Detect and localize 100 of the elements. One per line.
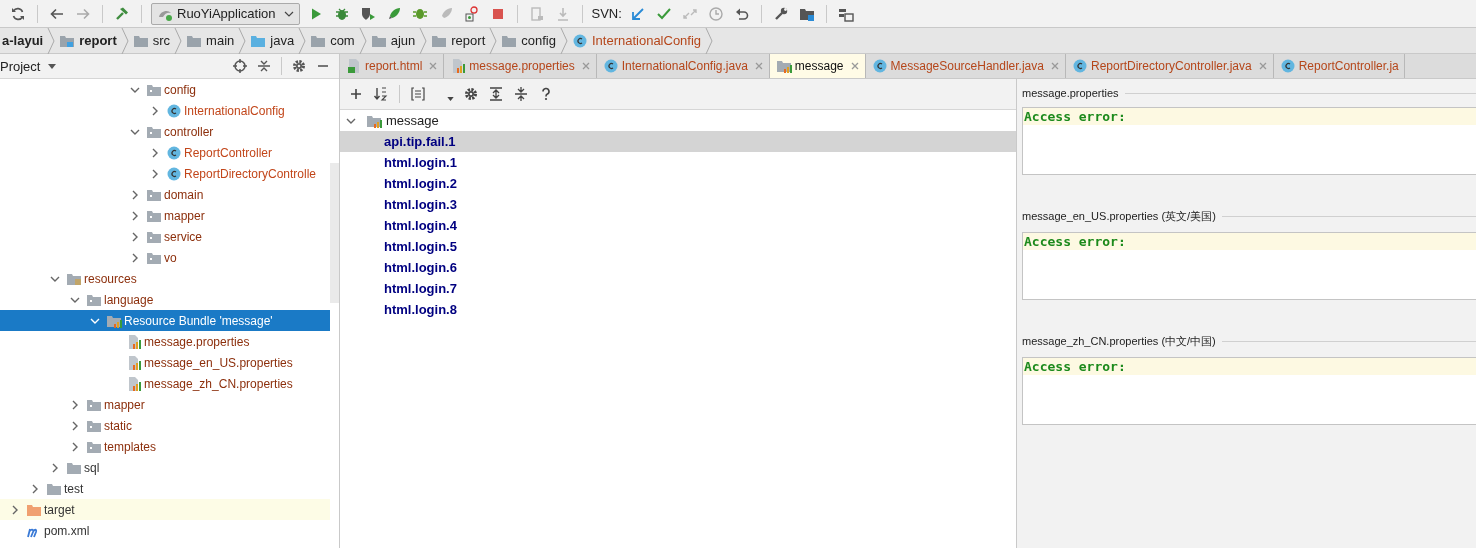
value-editor[interactable]: Access error: [1022,357,1476,425]
chevron-icon[interactable] [70,441,80,452]
class-icon [602,58,619,74]
section-title: message_zh_CN.properties (中文/中国) [1022,334,1216,349]
chevron-icon[interactable] [130,252,140,263]
chevron-icon[interactable] [130,231,140,242]
property-key[interactable]: html.login.1 [340,152,1016,173]
tree-item-label: Resource Bundle 'message' [124,313,273,328]
chevron-icon[interactable] [50,462,60,473]
tree-row[interactable]: message_zh_CN.properties [0,373,330,394]
group-icon[interactable] [410,86,426,102]
breadcrumb-item[interactable]: InternationalConfig [567,32,706,49]
chevron-icon[interactable] [130,210,140,221]
add-icon[interactable] [348,86,364,102]
tree-row[interactable]: mapper [0,394,330,415]
breadcrumb-item[interactable]: ajun [366,32,420,49]
tree-row[interactable]: config [0,79,330,100]
property-key[interactable]: html.login.3 [340,194,1016,215]
tree-row[interactable]: vo [0,247,330,268]
breadcrumb-separator-icon [47,27,56,54]
expand-all-icon[interactable] [488,86,504,102]
panel-title[interactable]: Project [0,58,41,74]
sync-icon[interactable] [10,5,26,22]
tree-row[interactable]: service [0,226,330,247]
tree-row[interactable]: language [0,289,330,310]
editor-tab[interactable]: report.html [340,54,445,78]
tree-row[interactable]: sql [0,457,330,478]
breadcrumb-item[interactable]: config [497,32,560,49]
settings-icon[interactable] [463,86,479,102]
breadcrumb-item[interactable]: com [306,32,359,49]
breadcrumb-item[interactable]: report [55,32,121,49]
tree-item-label: InternationalConfig [184,103,285,118]
chevron-icon[interactable] [30,483,40,494]
tree-row[interactable]: pom.xml [0,520,330,541]
tree-row[interactable]: ReportDirectoryControlle [0,163,330,184]
collapse-icon[interactable] [256,58,272,74]
scrollbar-thumb[interactable] [330,163,339,303]
tree-row[interactable]: message.properties [0,331,330,352]
editor-tab[interactable]: message.properties [444,54,597,78]
property-key[interactable]: api.tip.fail.1 [340,131,1016,152]
tree-row[interactable]: mapper [0,205,330,226]
shield-icon[interactable] [359,5,376,22]
tree-row[interactable]: templates [0,436,330,457]
tree-row[interactable]: message [340,110,1016,131]
tree-row[interactable]: Resource Bundle 'message' [0,310,330,331]
chevron-icon[interactable] [150,105,160,116]
dropdown-arrow-icon[interactable] [48,63,57,69]
settings-icon[interactable] [291,58,307,74]
tree-row[interactable]: ReportController [0,142,330,163]
tree-row[interactable]: test [0,478,330,499]
crosshair-icon[interactable] [232,58,248,74]
tree-row[interactable]: resources [0,268,330,289]
arrow-icon[interactable] [629,5,646,22]
property-key[interactable]: html.login.2 [340,173,1016,194]
tree-row[interactable]: InternationalConfig [0,100,330,121]
value-text: Access error: [1023,233,1476,250]
chevron-icon[interactable] [150,147,160,158]
property-key[interactable]: html.login.7 [340,278,1016,299]
breadcrumb-item[interactable]: java [246,32,299,49]
properties-file-icon [126,333,142,350]
chevron-icon[interactable] [70,420,80,431]
sort-icon[interactable] [373,86,389,102]
editor-tab[interactable]: InternationalConfig.java [596,54,770,78]
property-key[interactable]: html.login.5 [340,236,1016,257]
tree-item-label: templates [104,439,157,454]
run-configuration-dropdown[interactable]: RuoYiApplication [151,2,300,25]
tree-row[interactable]: controller [0,121,330,142]
property-key[interactable]: html.login.4 [340,215,1016,236]
chevron-icon[interactable] [150,168,160,179]
tree-item-label: resources [84,271,137,286]
editor-tab[interactable]: ReportDirectoryController.java [1065,54,1274,78]
value-text: Access error: [1023,358,1476,375]
close-icon[interactable] [849,61,860,71]
editor-tab[interactable]: MessageSourceHandler.java [865,54,1066,78]
hammer-icon[interactable] [114,5,130,22]
tree-row[interactable]: static [0,415,330,436]
editor-tab[interactable]: message [769,54,866,78]
tree-item-label: test [64,481,84,496]
tree-item-label: target [44,502,75,517]
tree-item-label: controller [164,124,214,139]
tree-item-label: mapper [104,397,145,412]
class-icon [1071,58,1088,74]
tab-label: message [794,59,844,73]
chevron-icon[interactable] [70,399,80,410]
breadcrumb-item[interactable]: report [427,32,490,49]
property-key[interactable]: html.login.8 [340,299,1016,320]
value-editor[interactable]: Access error: [1022,107,1476,175]
breadcrumb-item[interactable]: src [128,32,175,49]
editor-tab[interactable]: ReportController.ja [1273,54,1405,78]
chevron-icon[interactable] [10,504,20,515]
tree-row[interactable]: message_en_US.properties [0,352,330,373]
collapse-all-icon[interactable] [513,86,529,102]
value-editor[interactable]: Access error: [1022,232,1476,300]
breadcrumb-item[interactable]: main [182,32,239,49]
tree-row[interactable]: target [0,499,330,520]
property-key[interactable]: html.login.6 [340,257,1016,278]
chevron-icon[interactable] [130,189,140,200]
breadcrumb-item[interactable]: a-layui [0,33,48,48]
dropdown-arrow-icon[interactable] [447,97,454,101]
tree-row[interactable]: domain [0,184,330,205]
